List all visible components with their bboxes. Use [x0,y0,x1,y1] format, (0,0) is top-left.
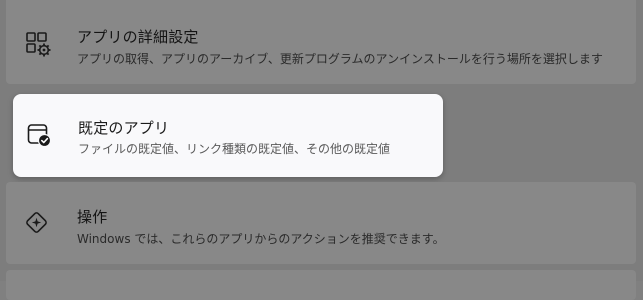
default-apps-description: ファイルの既定値、リンク種類の既定値、その他の既定値 [78,142,391,156]
apps-settings-icon [24,30,52,58]
default-apps-title: 既定のアプリ [78,119,170,137]
advanced-app-settings-description: アプリの取得、アプリのアーカイブ、更新プログラムのアンインストールを行う場所を選… [77,52,603,66]
actions-title: 操作 [77,208,108,226]
advanced-app-settings-title: アプリの詳細設定 [77,28,199,46]
settings-row-partial[interactable] [6,270,636,300]
default-apps-icon [25,121,53,149]
actions-description: Windows では、これらのアプリからのアクションを推奨できます。 [77,232,445,246]
actions-icon [24,210,52,238]
